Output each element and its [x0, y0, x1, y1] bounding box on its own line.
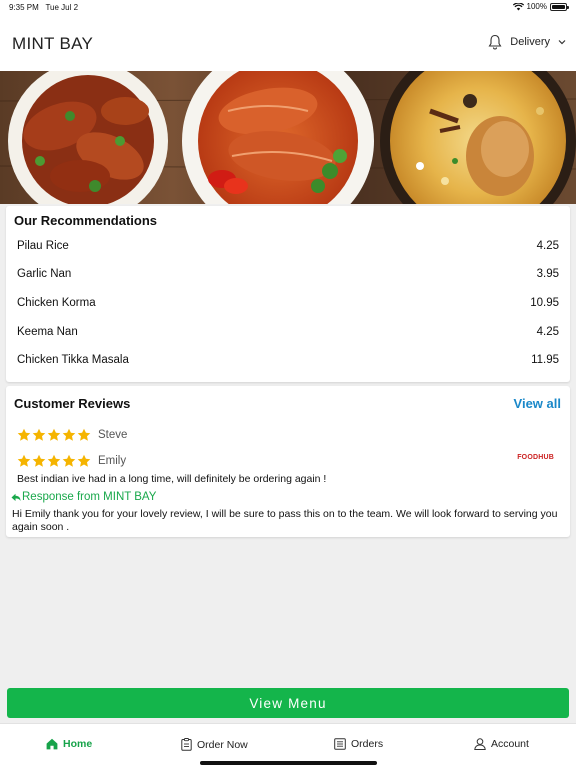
recommendation-item[interactable]: Garlic Nan 3.95	[17, 264, 559, 284]
owner-response-heading: Response from MINT BAY	[11, 491, 156, 503]
battery-percent: 100%	[526, 2, 547, 11]
delivery-selector[interactable]: Delivery	[488, 34, 566, 50]
item-name: Garlic Nan	[17, 268, 72, 280]
review-steve: Steve	[17, 428, 127, 442]
star-icon	[47, 428, 61, 441]
view-menu-button[interactable]: View Menu	[7, 688, 569, 718]
tab-label: Home	[63, 738, 93, 750]
status-right: 100%	[512, 2, 569, 11]
item-price: 3.95	[536, 268, 559, 280]
chicken-dish	[8, 71, 168, 204]
star-icon	[17, 428, 31, 441]
recommendations-title: Our Recommendations	[14, 213, 158, 228]
item-price: 11.95	[531, 354, 559, 366]
home-indicator	[200, 761, 377, 765]
star-icon	[62, 428, 76, 441]
star-rating	[17, 454, 91, 468]
review-emily: Emily	[17, 454, 126, 468]
review-text: Best indian ive had in a long time, will…	[17, 473, 327, 485]
star-icon	[47, 454, 61, 467]
reviewer-name: Emily	[98, 455, 127, 467]
order-icon	[181, 738, 192, 751]
star-rating	[17, 428, 91, 442]
tab-label: Order Now	[197, 738, 248, 751]
account-icon	[474, 738, 486, 750]
star-icon	[77, 454, 91, 467]
star-icon	[32, 454, 46, 467]
recommendation-item[interactable]: Chicken Korma 10.95	[17, 293, 559, 313]
recommendation-item[interactable]: Chicken Tikka Masala 11.95	[17, 350, 559, 370]
item-price: 10.95	[530, 297, 559, 309]
hero-banner	[0, 71, 576, 204]
chevron-down-icon[interactable]	[558, 39, 566, 45]
reviews-card: Customer Reviews View all Steve Emily FO…	[6, 386, 570, 537]
tab-label: Account	[491, 738, 529, 750]
home-icon	[46, 738, 58, 750]
biryani-dish	[380, 71, 576, 204]
reply-icon	[11, 493, 21, 501]
item-price: 4.25	[536, 240, 559, 252]
response-heading-text: Response from MINT BAY	[22, 491, 157, 503]
bottom-tab-bar: Home Order Now Orders Account	[0, 723, 576, 768]
app-header: MINT BAY Delivery	[0, 14, 576, 71]
recommendation-item[interactable]: Pilau Rice 4.25	[17, 236, 559, 256]
item-price: 4.25	[536, 326, 559, 338]
fish-curry-dish	[182, 71, 374, 204]
tab-orders[interactable]: Orders	[334, 738, 383, 750]
foodhub-logo: FOODHUB	[517, 454, 554, 461]
reviewer-name: Steve	[98, 429, 128, 441]
star-icon	[32, 428, 46, 441]
recommendations-card: Our Recommendations Pilau Rice 4.25 Garl…	[6, 206, 570, 382]
status-time: 9:35 PM Tue Jul 2	[9, 3, 79, 12]
star-icon	[62, 454, 76, 467]
item-name: Pilau Rice	[17, 240, 69, 252]
wifi-icon	[512, 2, 524, 10]
owner-response-text: Hi Emily thank you for your lovely revie…	[12, 508, 558, 533]
item-name: Chicken Korma	[17, 297, 96, 309]
item-name: Chicken Tikka Masala	[17, 354, 129, 366]
status-bar: 9:35 PM Tue Jul 2 100%	[0, 0, 576, 14]
orders-icon	[334, 738, 346, 750]
reviews-title: Customer Reviews	[14, 396, 131, 411]
battery-icon	[550, 2, 569, 11]
tab-home[interactable]: Home	[46, 738, 92, 750]
view-all-link[interactable]: View all	[514, 396, 561, 411]
delivery-label[interactable]: Delivery	[510, 36, 550, 48]
item-name: Keema Nan	[17, 326, 78, 338]
recommendation-item[interactable]: Keema Nan 4.25	[17, 322, 559, 342]
star-icon	[77, 428, 91, 441]
tab-order-now[interactable]: Order Now	[181, 738, 248, 751]
bell-icon[interactable]	[488, 34, 502, 50]
star-icon	[17, 454, 31, 467]
restaurant-name: MINT BAY	[12, 34, 94, 53]
tab-label: Orders	[351, 738, 384, 750]
tab-account[interactable]: Account	[474, 738, 529, 750]
